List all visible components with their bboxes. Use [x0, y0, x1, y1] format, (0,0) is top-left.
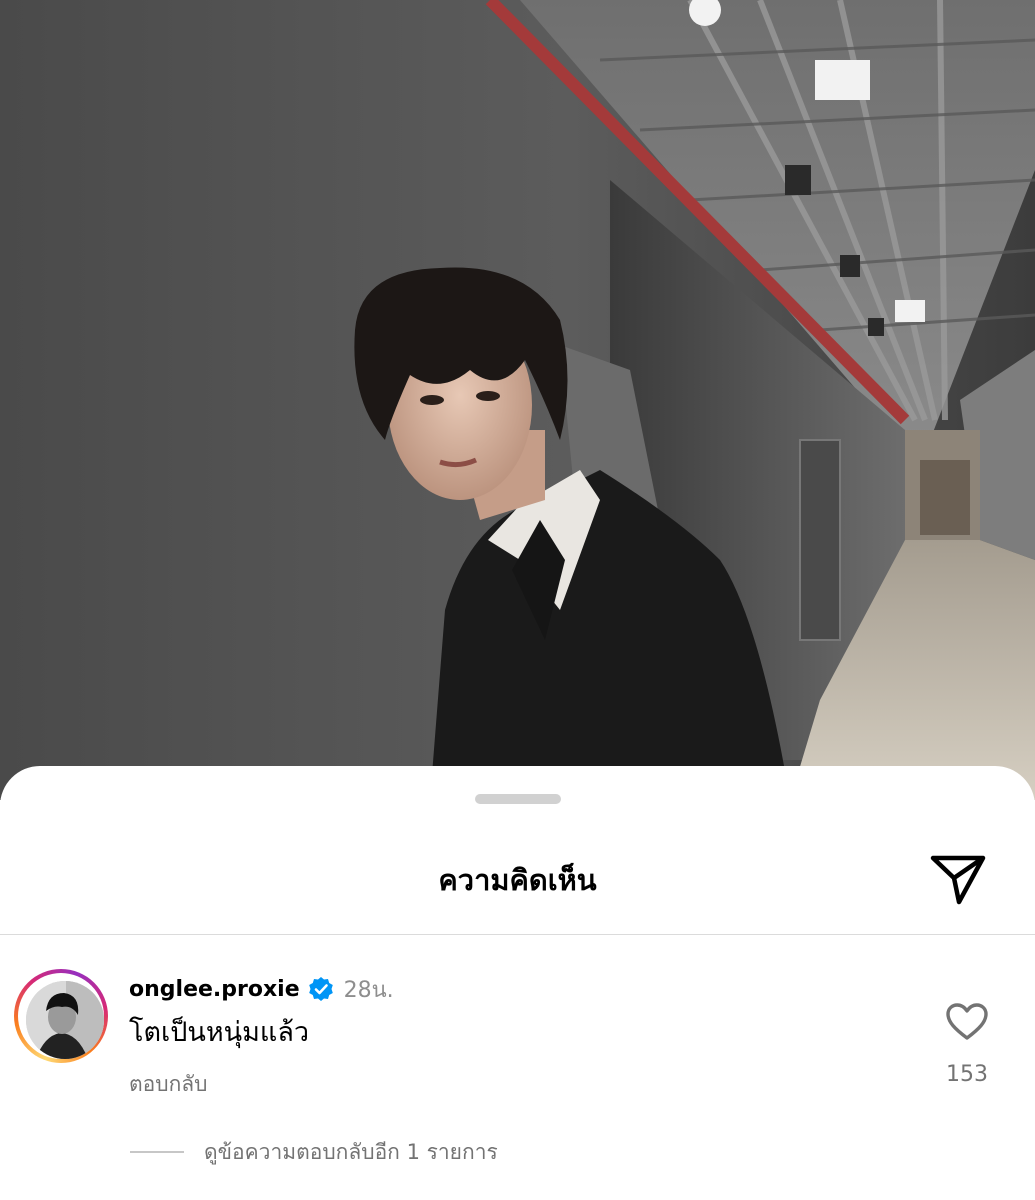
- like-count: 153: [946, 1062, 988, 1087]
- like-button[interactable]: [945, 1002, 989, 1042]
- comment-text: โตเป็นหนุ่มแล้ว: [129, 1017, 310, 1048]
- header-divider: [0, 934, 1035, 935]
- avatar: [26, 981, 104, 1059]
- comments-screen: ความคิดเห็น onglee.proxie 28น. โตเป็นหนุ…: [0, 0, 1035, 1200]
- heart-outline-icon: [946, 1003, 988, 1040]
- comment-header: onglee.proxie 28น.: [129, 972, 394, 1006]
- view-more-replies-button[interactable]: ดูข้อความตอบกลับอีก 1 รายการ: [130, 1136, 498, 1168]
- reply-button[interactable]: ตอบกลับ: [129, 1069, 208, 1099]
- avatar-story-ring[interactable]: [14, 969, 108, 1063]
- replies-line: [130, 1151, 184, 1153]
- verified-badge-icon: [308, 976, 334, 1002]
- sheet-drag-handle[interactable]: [475, 794, 561, 804]
- paper-plane-icon: [930, 855, 986, 905]
- comment-username[interactable]: onglee.proxie: [129, 977, 300, 1002]
- comment-time: 28น.: [343, 977, 394, 1003]
- post-photo: [0, 0, 1035, 800]
- sheet-title: ความคิดเห็น: [438, 863, 597, 897]
- share-button[interactable]: [928, 852, 988, 908]
- comments-sheet: ความคิดเห็น onglee.proxie 28น. โตเป็นหนุ…: [0, 766, 1035, 1200]
- view-more-replies-label: ดูข้อความตอบกลับอีก 1 รายการ: [204, 1139, 498, 1164]
